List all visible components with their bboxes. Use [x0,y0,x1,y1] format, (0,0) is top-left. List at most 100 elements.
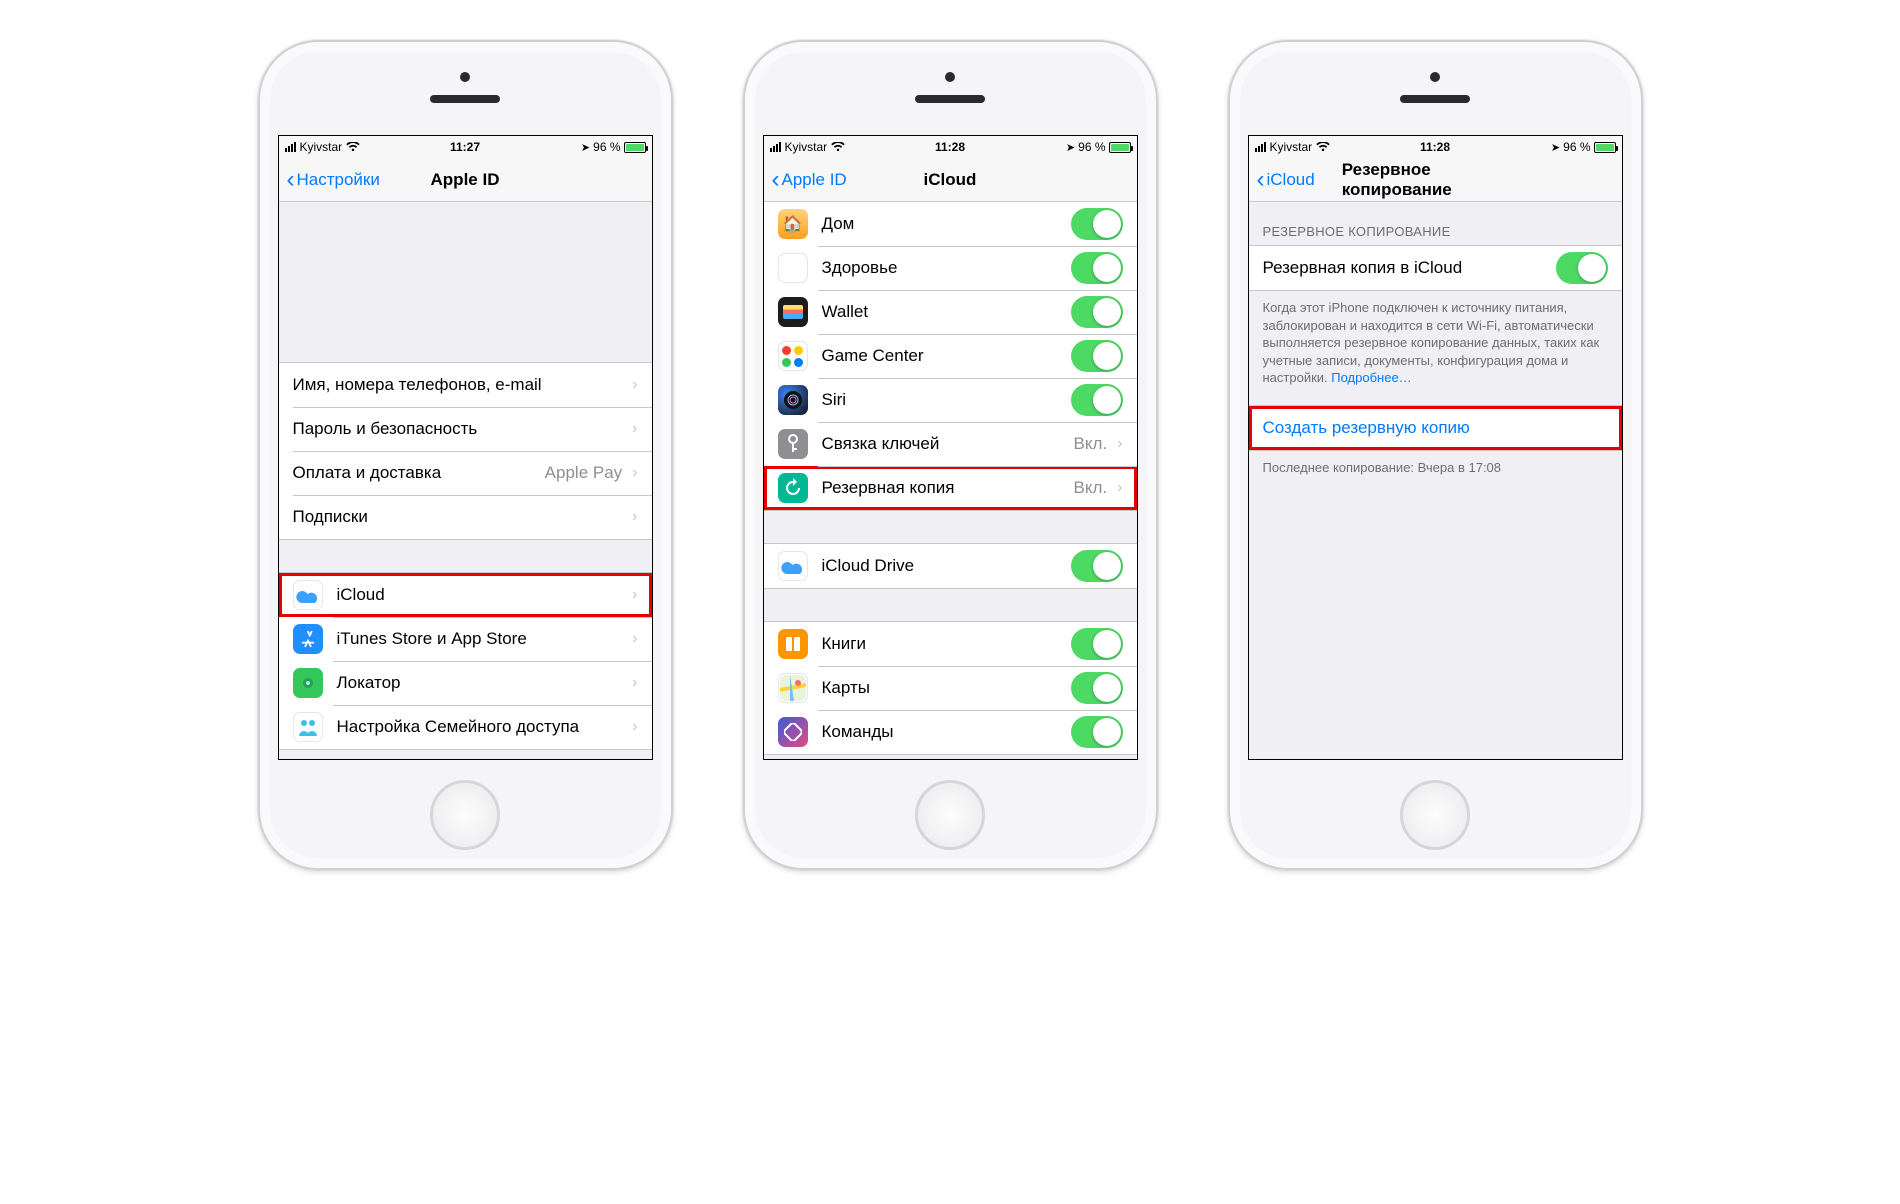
row-name-phone-email[interactable]: Имя, номера телефонов, e-mail › [279,363,652,407]
chevron-right-icon: › [1117,435,1122,453]
settings-group-account: Имя, номера телефонов, e-mail › Пароль и… [279,362,652,540]
row-siri[interactable]: Siri [764,378,1137,422]
battery-icon [1594,142,1616,153]
toggle-switch[interactable] [1071,550,1123,582]
row-icloud-drive[interactable]: iCloud Drive [764,544,1137,588]
chevron-right-icon: › [1117,479,1122,497]
content-area: РЕЗЕРВНОЕ КОПИРОВАНИЕ Резервная копия в … [1249,202,1622,759]
home-button[interactable] [915,780,985,850]
home-icon: 🏠 [778,209,808,239]
clock-label: 11:27 [450,140,480,154]
signal-icon [1255,142,1266,152]
back-button[interactable]: ‹ Настройки [287,168,380,192]
row-health[interactable]: ♥ Здоровье [764,246,1137,290]
home-button[interactable] [430,780,500,850]
wifi-icon [346,142,360,152]
family-icon [293,712,323,742]
phone-frame-2: Kyivstar 11:28 ➤ 96 % ‹ Apple ID iCloud … [743,40,1158,870]
section-header-backup: РЕЗЕРВНОЕ КОПИРОВАНИЕ [1249,202,1622,245]
speaker-slot [430,95,500,103]
maps-icon [778,673,808,703]
row-backup[interactable]: Резервная копия Вкл. › [764,466,1137,510]
home-button[interactable] [1400,780,1470,850]
row-books[interactable]: Книги [764,622,1137,666]
phone-frame-1: Kyivstar 11:27 ➤ 96 % ‹ Настройки Apple … [258,40,673,870]
toggle-switch[interactable] [1071,384,1123,416]
back-label: iCloud [1267,170,1315,190]
iclouddrive-icon [778,551,808,581]
gamecenter-icon [778,341,808,371]
wifi-icon [1316,142,1330,152]
health-icon: ♥ [778,253,808,283]
backup-icon [778,473,808,503]
row-find-my[interactable]: Локатор › [279,661,652,705]
back-button[interactable]: ‹ Apple ID [772,168,847,192]
row-wallet[interactable]: Wallet [764,290,1137,334]
wallet-icon [778,297,808,327]
wifi-icon [831,142,845,152]
icloud-icon [293,580,323,610]
row-icloud[interactable]: iCloud › [279,573,652,617]
siri-icon [778,385,808,415]
location-icon: ➤ [581,141,590,154]
clock-label: 11:28 [1420,140,1450,154]
chevron-left-icon: ‹ [287,168,295,192]
battery-label: 96 % [1563,140,1590,154]
row-keychain[interactable]: Связка ключей Вкл. › [764,422,1137,466]
chevron-right-icon: › [632,674,637,692]
row-subscriptions[interactable]: Подписки › [279,495,652,539]
speaker-slot [1400,95,1470,103]
content-area: Имя, номера телефонов, e-mail › Пароль и… [279,202,652,759]
row-backup-now[interactable]: Создать резервную копию [1249,406,1622,450]
chevron-right-icon: › [632,718,637,736]
carrier-label: Kyivstar [1270,140,1313,154]
toggle-switch[interactable] [1556,252,1608,284]
icloud-apps-group-2: Книги Карты Команды [764,621,1137,755]
chevron-right-icon: › [632,420,637,438]
content-area: 🏠 Дом ♥ Здоровье Wallet [764,202,1137,759]
status-bar: Kyivstar 11:27 ➤ 96 % [279,136,652,158]
row-family-sharing[interactable]: Настройка Семейного доступа › [279,705,652,749]
nav-title: Резервное копирование [1342,160,1529,200]
nav-bar: ‹ Apple ID iCloud [764,158,1137,202]
last-backup-label: Последнее копирование: Вчера в 17:08 [1249,451,1622,481]
status-bar: Kyivstar 11:28 ➤ 96 % [764,136,1137,158]
status-bar: Kyivstar 11:28 ➤ 96 % [1249,136,1622,158]
icloud-drive-group: iCloud Drive [764,543,1137,589]
chevron-right-icon: › [632,376,637,394]
chevron-right-icon: › [632,464,637,482]
chevron-right-icon: › [632,586,637,604]
toggle-switch[interactable] [1071,208,1123,240]
signal-icon [770,142,781,152]
row-shortcuts[interactable]: Команды [764,710,1137,754]
settings-group-services: iCloud › iTunes Store и App Store › Лока… [279,572,652,750]
row-payment-shipping[interactable]: Оплата и доставка Apple Pay › [279,451,652,495]
battery-icon [624,142,646,153]
camera-dot [945,72,955,82]
clock-label: 11:28 [935,140,965,154]
learn-more-link[interactable]: Подробнее… [1331,370,1411,385]
carrier-label: Kyivstar [785,140,828,154]
toggle-switch[interactable] [1071,628,1123,660]
back-button[interactable]: ‹ iCloud [1257,168,1315,192]
camera-dot [1430,72,1440,82]
toggle-switch[interactable] [1071,672,1123,704]
chevron-right-icon: › [632,630,637,648]
row-password-security[interactable]: Пароль и безопасность › [279,407,652,451]
toggle-switch[interactable] [1071,340,1123,372]
row-game-center[interactable]: Game Center [764,334,1137,378]
row-home[interactable]: 🏠 Дом [764,202,1137,246]
back-label: Apple ID [782,170,847,190]
chevron-right-icon: › [632,508,637,526]
toggle-switch[interactable] [1071,252,1123,284]
icloud-apps-group: 🏠 Дом ♥ Здоровье Wallet [764,202,1137,511]
shortcuts-icon [778,717,808,747]
row-icloud-backup-toggle[interactable]: Резервная копия в iCloud [1249,246,1622,290]
nav-bar: ‹ Настройки Apple ID [279,158,652,202]
nav-title: Apple ID [431,170,500,190]
toggle-switch[interactable] [1071,716,1123,748]
row-itunes-appstore[interactable]: iTunes Store и App Store › [279,617,652,661]
toggle-switch[interactable] [1071,296,1123,328]
chevron-left-icon: ‹ [772,168,780,192]
row-maps[interactable]: Карты [764,666,1137,710]
